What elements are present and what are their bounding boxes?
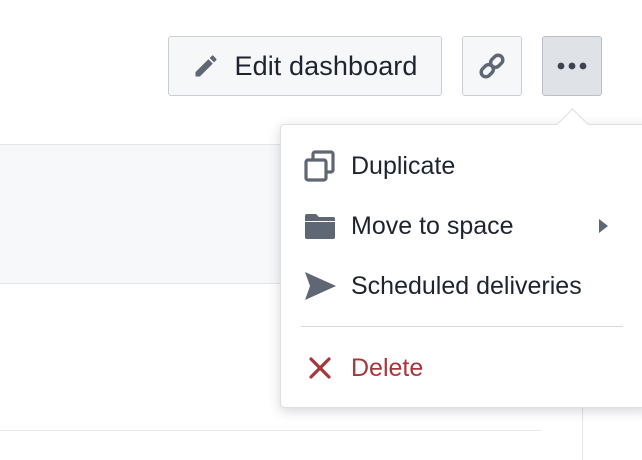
pencil-icon [192, 52, 220, 80]
menu-item-label: Scheduled deliveries [351, 271, 582, 300]
menu-item-scheduled-deliveries[interactable]: Scheduled deliveries [281, 258, 642, 314]
close-icon [303, 351, 337, 385]
more-options-button[interactable] [542, 36, 602, 96]
chevron-right-icon [599, 219, 608, 233]
divider [0, 430, 542, 431]
menu-item-label: Move to space [351, 211, 514, 240]
edit-dashboard-button[interactable]: Edit dashboard [168, 36, 442, 96]
more-options-menu: Duplicate Move to space Scheduled delive… [280, 124, 642, 408]
duplicate-icon [303, 149, 337, 183]
folder-icon [303, 209, 337, 243]
menu-item-delete[interactable]: Delete [281, 340, 642, 396]
menu-divider [301, 326, 623, 327]
send-icon [303, 269, 337, 303]
edit-dashboard-label: Edit dashboard [234, 50, 418, 81]
menu-item-duplicate[interactable]: Duplicate [281, 138, 642, 194]
dashboard-page: Edit dashboard Duplicate Move to space S… [0, 0, 642, 460]
ellipsis-icon [556, 61, 588, 71]
menu-item-move-to-space[interactable]: Move to space [281, 198, 642, 254]
menu-item-label: Delete [351, 353, 424, 382]
menu-item-label: Duplicate [351, 151, 456, 180]
link-icon [476, 50, 508, 82]
copy-link-button[interactable] [462, 36, 522, 96]
